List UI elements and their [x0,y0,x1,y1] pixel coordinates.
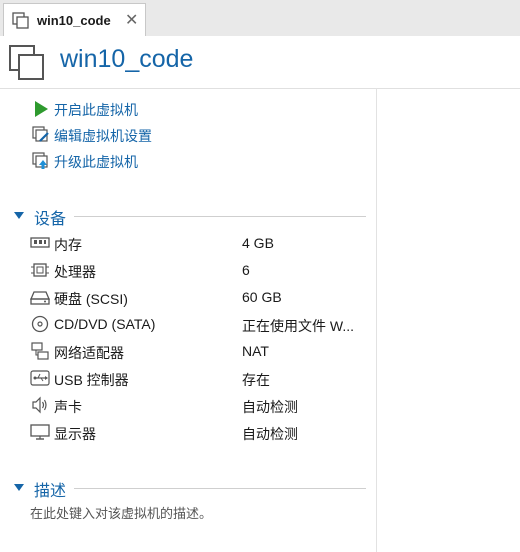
page-title: win10_code [60,45,194,73]
device-row-sound-card[interactable]: 声卡 自动检测 [30,394,370,416]
device-name: 内存 [54,237,82,253]
device-row-display[interactable]: 显示器 自动检测 [30,421,370,443]
device-row-network-adapter[interactable]: 网络适配器 NAT [30,340,370,362]
tab-strip: win10_code ✕ [0,0,520,36]
usb-icon [30,370,50,386]
sound-card-icon [32,396,47,414]
tab-label: win10_code [37,13,111,28]
devices-section-header[interactable]: 设备 [14,205,366,228]
tab-win10-code[interactable]: win10_code ✕ [3,3,146,36]
section-divider [74,488,366,489]
device-row-processor[interactable]: 处理器 6 [30,259,370,281]
action-label: 开启此虚拟机 [54,102,138,118]
action-label: 编辑虚拟机设置 [54,128,152,144]
play-icon [35,101,48,117]
device-name: USB 控制器 [54,372,129,388]
device-row-hard-disk[interactable]: 硬盘 (SCSI) 60 GB [30,286,370,308]
device-value: 自动检测 [242,426,298,442]
device-value: 正在使用文件 W... [242,318,354,334]
vm-icon [12,12,29,29]
display-icon [30,424,50,440]
device-row-cd-dvd[interactable]: CD/DVD (SATA) 正在使用文件 W... [30,313,370,335]
close-icon[interactable]: ✕ [125,10,138,30]
edit-settings-icon [32,126,49,142]
device-name: 硬盘 (SCSI) [54,291,128,307]
device-value: 自动检测 [242,399,298,415]
action-label: 升级此虚拟机 [54,154,138,170]
panel-divider [376,88,377,552]
hard-disk-icon [30,291,50,305]
collapse-arrow-icon [14,212,24,219]
device-name: 网络适配器 [54,345,124,361]
description-section-header[interactable]: 描述 [14,477,366,500]
section-divider [74,216,366,217]
vm-icon [9,45,44,80]
device-row-usb-controller[interactable]: USB 控制器 存在 [30,367,370,389]
device-row-memory[interactable]: 内存 4 GB [30,232,370,254]
device-value: 6 [242,262,250,278]
device-value: 60 GB [242,289,282,305]
device-name: CD/DVD (SATA) [54,316,156,332]
upgrade-icon [32,152,48,169]
processor-icon [31,263,49,277]
memory-icon [30,237,50,248]
section-title: 设备 [34,211,67,228]
collapse-arrow-icon [14,484,24,491]
device-value: 存在 [242,372,270,388]
cd-dvd-icon [31,315,49,333]
section-title: 描述 [34,483,67,500]
vm-header: win10_code [0,36,520,89]
device-name: 处理器 [54,264,96,280]
device-value: NAT [242,343,269,359]
device-value: 4 GB [242,235,274,251]
network-adapter-icon [31,342,49,360]
description-field[interactable]: 在此处键入对该虚拟机的描述。 [30,503,212,522]
device-name: 声卡 [54,399,82,415]
device-name: 显示器 [54,426,96,442]
